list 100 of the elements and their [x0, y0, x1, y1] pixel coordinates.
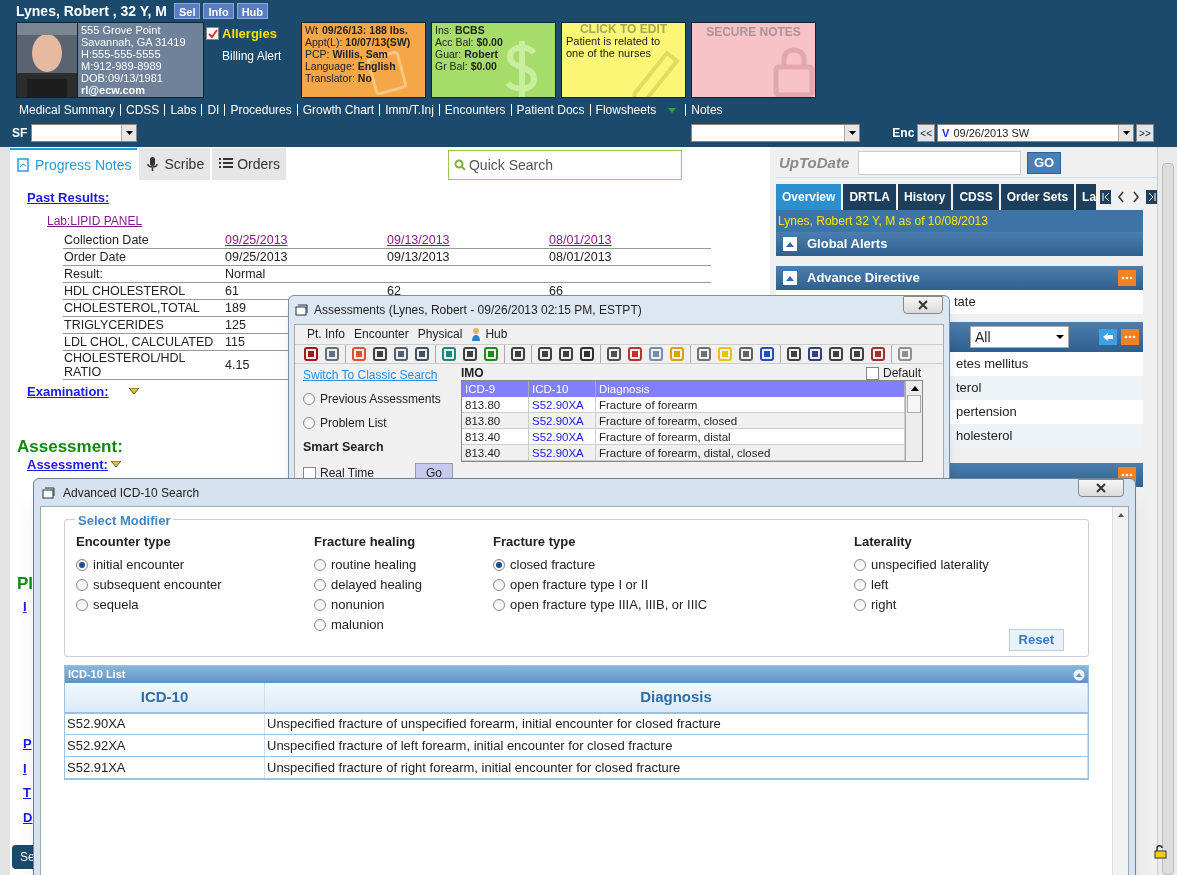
tab[interactable]: History: [898, 184, 952, 210]
nav-link[interactable]: Imm/T.Inj: [385, 101, 434, 119]
visit-card[interactable]: Wt 09/26/13: 188 lbs. Appt(L): 10/07/13(SW) PCP: Willis, Sam Language: English Translator: No: [301, 22, 426, 98]
radio-button[interactable]: [303, 393, 315, 406]
close-button[interactable]: [1078, 479, 1124, 497]
nav-link[interactable]: Labs: [170, 101, 197, 119]
toolbar-icon[interactable]: [738, 345, 754, 362]
tab[interactable]: CDSS: [953, 184, 999, 210]
more-icon[interactable]: [1118, 270, 1136, 286]
radio-button[interactable]: [314, 558, 326, 571]
toolbar-icon[interactable]: [393, 345, 409, 362]
sf-dropdown[interactable]: [31, 124, 138, 142]
radio-button[interactable]: [303, 417, 315, 430]
last-page-icon[interactable]: [1145, 190, 1158, 204]
toolbar-icon[interactable]: [606, 345, 622, 362]
menu-item[interactable]: Hub: [485, 325, 508, 344]
radio-button[interactable]: [854, 578, 866, 591]
toolbar-icon[interactable]: [627, 345, 643, 362]
scroll-thumb[interactable]: [907, 395, 921, 414]
tab[interactable]: Orders: [212, 148, 286, 180]
radio-button[interactable]: [493, 598, 505, 611]
table-row[interactable]: S52.91XA Unspecified fracture of right forearm, initial encounter for closed fracture: [65, 757, 1088, 779]
toolbar-icon[interactable]: [372, 345, 388, 362]
column-header[interactable]: Diagnosis: [265, 683, 1088, 712]
encounter-dropdown[interactable]: V 09/26/2013 SW: [937, 124, 1135, 142]
radio-button[interactable]: [76, 558, 88, 571]
link-fragment[interactable]: D: [23, 807, 33, 827]
table-row[interactable]: 813.80 S52.90XA Fracture of forearm: [462, 397, 905, 414]
menu-item[interactable]: Physical: [417, 325, 463, 344]
notes-card[interactable]: CLICK TO EDIT Patient is related to one of the nurses: [561, 22, 686, 98]
table-row[interactable]: S52.90XA Unspecified fracture of unspecified forearm, initial encounter for closed fracture: [65, 713, 1088, 735]
checkbox[interactable]: [865, 366, 879, 380]
dropdown-arrow-icon[interactable]: [668, 107, 677, 113]
reset-button[interactable]: Reset: [1008, 629, 1064, 651]
section-link[interactable]: Assessment:: [27, 457, 108, 472]
nav-link[interactable]: CDSS: [126, 101, 160, 119]
toolbar-icon[interactable]: [303, 345, 319, 362]
toolbar-icon[interactable]: [759, 345, 775, 362]
insurance-card[interactable]: Ins: BCBS Acc Bal: $0.00 Guar: Robert Gr Bal: $0.00: [431, 22, 556, 98]
date-link[interactable]: 09/13/2013: [387, 232, 450, 247]
toolbar-icon[interactable]: [849, 345, 865, 362]
link-fragment[interactable]: I: [23, 596, 27, 616]
next-icon[interactable]: [1130, 190, 1142, 204]
link-fragment[interactable]: I: [23, 758, 27, 778]
previous-icon[interactable]: [1115, 190, 1127, 204]
table-row[interactable]: 813.40 S52.90XA Fracture of forearm, distal, closed: [462, 445, 905, 462]
tab[interactable]: Scribe: [139, 148, 211, 180]
header-button[interactable]: Sel: [173, 3, 201, 19]
radio-button[interactable]: [76, 578, 88, 591]
previous-encounter-button[interactable]: <<: [917, 124, 936, 142]
table-row[interactable]: 813.80 S52.90XA Fracture of forearm, closed: [462, 413, 905, 430]
radio-button[interactable]: [854, 558, 866, 571]
menu-item[interactable]: Encounter: [354, 325, 409, 344]
nav-link[interactable]: Notes: [691, 101, 723, 119]
scrollbar[interactable]: [1157, 147, 1177, 875]
toolbar-icon[interactable]: [786, 345, 802, 362]
section-header[interactable]: Global Alerts: [776, 232, 1143, 256]
collapse-icon[interactable]: [783, 237, 797, 251]
radio-button[interactable]: [314, 598, 326, 611]
toolbar-icon[interactable]: [579, 345, 595, 362]
more-icon[interactable]: [1121, 329, 1139, 345]
table-row[interactable]: S52.92XA Unspecified fracture of left forearm, initial encounter for closed fracture: [65, 735, 1088, 757]
toolbar-icon[interactable]: [828, 345, 844, 362]
radio-button[interactable]: [854, 598, 866, 611]
link-fragment[interactable]: P: [23, 734, 32, 754]
expand-arrow-icon[interactable]: [110, 461, 121, 468]
header-button[interactable]: Hub: [236, 3, 268, 19]
menu-item[interactable]: Pt. Info: [307, 325, 346, 344]
toolbar-icon[interactable]: [414, 345, 430, 362]
nav-link[interactable]: Flowsheets: [595, 101, 657, 119]
first-page-icon[interactable]: [1099, 190, 1111, 204]
collapse-icon[interactable]: [1073, 668, 1085, 681]
expand-arrow-icon[interactable]: [128, 387, 139, 395]
nav-link[interactable]: DI: [207, 101, 220, 119]
toolbar-icon[interactable]: [870, 345, 886, 362]
link-fragment[interactable]: T: [23, 783, 31, 803]
lab-link[interactable]: Lab:LIPID PANEL: [47, 211, 143, 230]
checkbox[interactable]: [206, 27, 219, 41]
scroll-up-icon[interactable]: [1116, 512, 1125, 518]
radio-button[interactable]: [314, 618, 326, 631]
tab[interactable]: Overview: [776, 184, 842, 210]
uptodate-field[interactable]: [858, 151, 1021, 175]
section-header[interactable]: Advance Directive: [776, 266, 1143, 290]
scrollbar[interactable]: [905, 381, 922, 462]
dropdown-field[interactable]: [691, 124, 861, 142]
radio-button[interactable]: [493, 578, 505, 591]
toolbar-icon[interactable]: [510, 345, 526, 362]
tab[interactable]: La: [1076, 184, 1096, 210]
close-button[interactable]: [903, 296, 943, 314]
nav-link[interactable]: Medical Summary: [19, 101, 116, 119]
filter-dropdown[interactable]: All: [970, 326, 1069, 348]
section-link[interactable]: Past Results:: [27, 188, 110, 208]
go-button[interactable]: GO: [1027, 152, 1061, 174]
nav-link[interactable]: Growth Chart: [302, 101, 375, 119]
date-link[interactable]: 09/25/2013: [225, 232, 288, 247]
date-link[interactable]: 08/01/2013: [549, 232, 612, 247]
toolbar-icon[interactable]: [537, 345, 553, 362]
tab[interactable]: Order Sets: [1000, 184, 1075, 210]
nav-link[interactable]: Patient Docs: [516, 101, 585, 119]
header-button[interactable]: Info: [203, 3, 234, 19]
